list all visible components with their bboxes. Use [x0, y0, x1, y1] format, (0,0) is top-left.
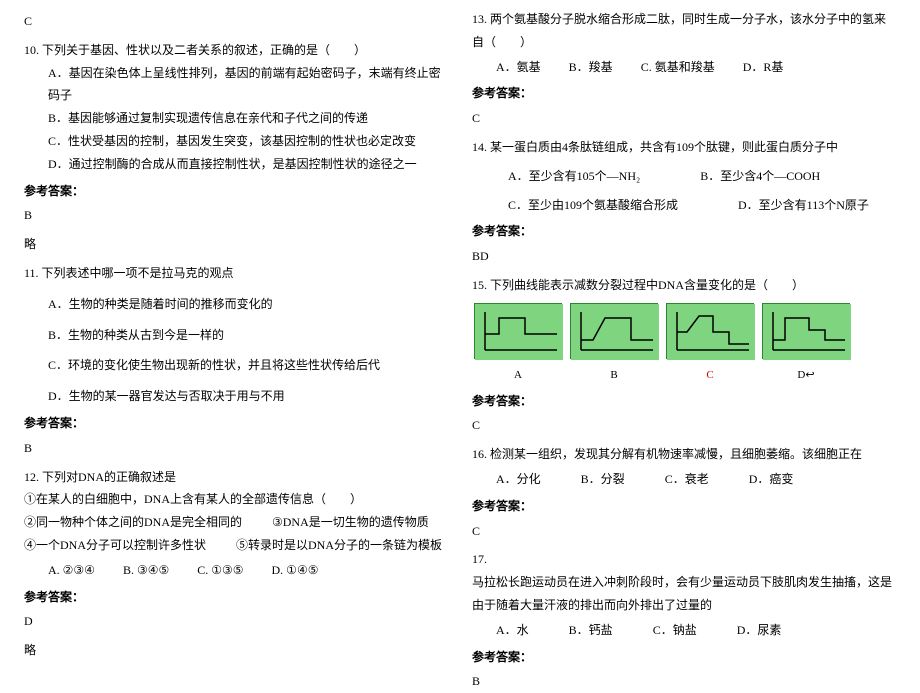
chart-a: [474, 303, 562, 359]
q15-label-a: A: [474, 365, 562, 386]
q11-ans-label: 参考答案：: [24, 412, 448, 435]
right-column: 13. 两个氨基酸分子脱水缩合形成二肽，同时生成一分子水，该水分子中的氢来自（ …: [460, 8, 908, 643]
q12-line3b: ⑤转录时是以DNA分子的一条链为模板: [236, 534, 442, 557]
question-14: 14. 某一蛋白质由4条肽链组成，共含有109个肽键，则此蛋白质分子中 A．至少…: [472, 136, 896, 268]
q14-opt-c: C．至少由109个氨基酸缩合形成: [508, 194, 678, 217]
q14-stem: 14. 某一蛋白质由4条肽链组成，共含有109个肽键，则此蛋白质分子中: [472, 136, 896, 159]
chart-b-svg: [571, 304, 659, 360]
q12-opt-c: C. ①③⑤: [197, 559, 243, 582]
question-12: 12. 下列对DNA的正确叙述是 ①在某人的白细胞中，DNA上含有某人的全部遗传…: [24, 466, 448, 662]
question-11: 11. 下列表述中哪一项不是拉马克的观点 A．生物的种类是随着时间的推移而变化的…: [24, 262, 448, 460]
q16-ans: C: [472, 520, 896, 543]
question-10: 10. 下列关于基因、性状以及二者关系的叙述，正确的是（ ） A．基因在染色体上…: [24, 39, 448, 256]
q15-label-b: B: [570, 365, 658, 386]
q12-opt-b: B. ③④⑤: [123, 559, 169, 582]
chart-d: [762, 303, 850, 359]
q14-ans: BD: [472, 245, 896, 268]
q12-stem: 12. 下列对DNA的正确叙述是: [24, 466, 448, 489]
q14-row2: C．至少由109个氨基酸缩合形成 D．至少含有113个N原子: [472, 194, 896, 217]
q16-ans-label: 参考答案：: [472, 495, 896, 518]
q13-ans-label: 参考答案：: [472, 82, 896, 105]
q13-options: A．氨基 B．羧基 C. 氨基和羧基 D．R基: [472, 56, 896, 79]
q10-ans: B: [24, 204, 448, 227]
q17-stem: 马拉松长跑运动员在进入冲刺阶段时，会有少量运动员下肢肌肉发生抽搐，这是由于随着大…: [472, 571, 896, 617]
q17-num: 17.: [472, 548, 896, 571]
question-15: 15. 下列曲线能表示减数分裂过程中DNA含量变化的是（ ）: [472, 274, 896, 437]
q17-opt-d: D．尿素: [737, 619, 782, 642]
q11-opt-c: C．环境的变化使生物出现新的性状，并且将这些性状传给后代: [24, 354, 448, 377]
q14-opt-a: A．至少含有105个—NH₂: [508, 165, 640, 188]
q16-opt-d: D．癌变: [749, 468, 794, 491]
q11-opt-d: D．生物的某一器官发达与否取决于用与不用: [24, 385, 448, 408]
q16-stem: 16. 检测某一组织，发现其分解有机物速率减慢，且细胞萎缩。该细胞正在: [472, 443, 896, 466]
q17-ans: B: [472, 670, 896, 693]
q11-opt-b: B．生物的种类从古到今是一样的: [24, 324, 448, 347]
q12-ans-label: 参考答案：: [24, 586, 448, 609]
q12-line2a: ②同一物种个体之间的DNA是完全相同的: [24, 511, 242, 534]
q17-opt-b: B．钙盐: [569, 619, 613, 642]
q16-opt-b: B．分裂: [581, 468, 625, 491]
chart-a-svg: [475, 304, 563, 360]
chart-b: [570, 303, 658, 359]
q14-opt-b: B．至少含4个—COOH: [700, 165, 820, 188]
q11-ans: B: [24, 437, 448, 460]
q10-ans-label: 参考答案：: [24, 180, 448, 203]
q17-ans-label: 参考答案：: [472, 646, 896, 669]
q15-charts: [472, 301, 896, 361]
q15-labels: A B C D↩: [472, 365, 896, 386]
q10-stem: 10. 下列关于基因、性状以及二者关系的叙述，正确的是（ ）: [24, 39, 448, 62]
q15-stem: 15. 下列曲线能表示减数分裂过程中DNA含量变化的是（ ）: [472, 274, 896, 297]
q13-opt-d: D．R基: [743, 56, 784, 79]
q12-options: A. ②③④ B. ③④⑤ C. ①③⑤ D. ①④⑤: [24, 559, 448, 582]
q11-opt-a: A．生物的种类是随着时间的推移而变化的: [24, 293, 448, 316]
q16-opt-a: A．分化: [496, 468, 541, 491]
q17-options: A．水 B．钙盐 C．钠盐 D．尿素: [472, 619, 896, 642]
q10-note: 略: [24, 233, 448, 256]
q12-line3a: ④一个DNA分子可以控制许多性状: [24, 534, 206, 557]
q13-opt-b: B．羧基: [569, 56, 613, 79]
q12-ans: D: [24, 610, 448, 633]
q15-label-d: D↩: [762, 365, 850, 386]
q10-opt-c: C．性状受基因的控制，基因发生突变，该基因控制的性状也必定改变: [24, 130, 448, 153]
question-17: 17. 马拉松长跑运动员在进入冲刺阶段时，会有少量运动员下肢肌肉发生抽搐，这是由…: [472, 548, 896, 693]
chart-c: [666, 303, 754, 359]
q16-options: A．分化 B．分裂 C．衰老 D．癌变: [472, 468, 896, 491]
q10-opt-d: D．通过控制酶的合成从而直接控制性状，是基因控制性状的途径之一: [24, 153, 448, 176]
q10-opt-b: B．基因能够通过复制实现遗传信息在亲代和子代之间的传递: [24, 107, 448, 130]
question-13: 13. 两个氨基酸分子脱水缩合形成二肽，同时生成一分子水，该水分子中的氢来自（ …: [472, 8, 896, 130]
q17-opt-c: C．钠盐: [653, 619, 697, 642]
q14-ans-label: 参考答案：: [472, 220, 896, 243]
q14-row1: A．至少含有105个—NH₂ B．至少含4个—COOH: [472, 165, 896, 188]
q14-opt-d: D．至少含有113个N原子: [738, 194, 869, 217]
question-16: 16. 检测某一组织，发现其分解有机物速率减慢，且细胞萎缩。该细胞正在 A．分化…: [472, 443, 896, 542]
q13-ans: C: [472, 107, 896, 130]
q12-line1: ①在某人的白细胞中，DNA上含有某人的全部遗传信息（ ）: [24, 488, 448, 511]
q12-opt-a: A. ②③④: [48, 559, 95, 582]
chart-c-svg: [667, 304, 755, 360]
prev-answer: C: [24, 10, 448, 33]
q17-opt-a: A．水: [496, 619, 529, 642]
q11-stem: 11. 下列表述中哪一项不是拉马克的观点: [24, 262, 448, 285]
q12-opt-d: D. ①④⑤: [272, 559, 319, 582]
q16-opt-c: C．衰老: [665, 468, 709, 491]
q15-label-c: C: [666, 365, 754, 386]
q12-line2b: ③DNA是一切生物的遗传物质: [272, 511, 429, 534]
q13-opt-a: A．氨基: [496, 56, 541, 79]
q13-opt-c: C. 氨基和羧基: [641, 56, 715, 79]
q13-stem: 13. 两个氨基酸分子脱水缩合形成二肽，同时生成一分子水，该水分子中的氢来自（ …: [472, 8, 896, 54]
left-column: C 10. 下列关于基因、性状以及二者关系的叙述，正确的是（ ） A．基因在染色…: [12, 8, 460, 643]
chart-d-svg: [763, 304, 851, 360]
q15-ans: C: [472, 414, 896, 437]
q10-opt-a: A．基因在染色体上呈线性排列，基因的前端有起始密码子，末端有终止密码子: [24, 62, 448, 108]
q15-ans-label: 参考答案：: [472, 390, 896, 413]
